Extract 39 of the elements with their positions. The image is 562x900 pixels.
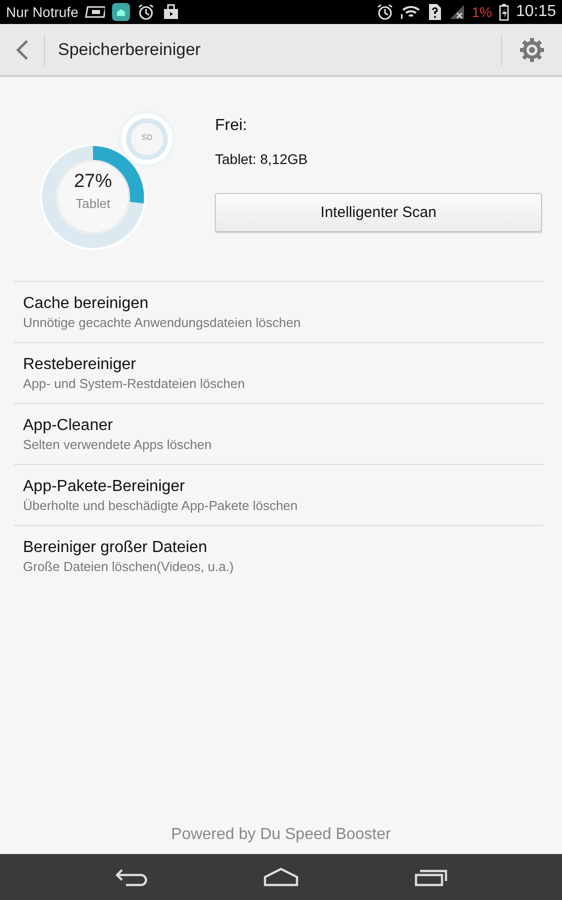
item-subtitle: Große Dateien löschen(Videos, u.a.)	[23, 558, 235, 574]
item-subtitle: App- und System-Restdateien löschen	[23, 376, 246, 390]
alarm-icon	[376, 3, 394, 21]
sim-card-icon	[428, 3, 442, 21]
bag-icon	[162, 3, 180, 21]
wifi-icon	[400, 4, 421, 20]
carrier-text: Nur Notrufe	[6, 4, 78, 20]
battery-percent: 1%	[472, 4, 492, 20]
item-title: Cache bereinigen	[23, 294, 150, 312]
back-nav-button[interactable]	[114, 867, 148, 887]
menu-item[interactable]: App-Cleaner Selten verwendete Apps löschen	[14, 404, 544, 465]
app-icon	[112, 3, 130, 21]
menu-item[interactable]: Bereiniger großer Dateien Große Dateien löschen(Videos, u.a.)	[14, 526, 544, 586]
item-subtitle: Überholte und beschädigte App-Pakete löschen	[23, 498, 299, 512]
scan-button[interactable]: Intelligenter Scan	[215, 193, 542, 232]
item-title: Bereiniger großer Dateien	[23, 538, 208, 556]
screen-title: Speicherbereiniger	[57, 40, 202, 60]
battery-icon	[498, 3, 509, 21]
menu-item[interactable]: App-Pakete-Bereiniger Überholte und beschädigte App-Pakete löschen	[14, 465, 544, 526]
clock-time: 10:15	[516, 3, 556, 21]
signal-icon	[448, 4, 465, 20]
item-subtitle: Unnötige gecachte Anwendungsdateien löschen	[23, 314, 302, 330]
alarm-icon	[137, 3, 156, 21]
home-nav-button[interactable]	[263, 867, 299, 887]
gauge-label: Tablet	[76, 196, 110, 211]
menu-item[interactable]: Cache bereinigen Unnötige gecachte Anwendungsdateien löschen	[14, 282, 544, 343]
recent-apps-button[interactable]	[414, 867, 448, 887]
free-label: Frei:	[215, 117, 247, 135]
usage-percent: 27%	[74, 171, 112, 193]
network-type-icon	[85, 5, 106, 19]
settings-icon	[519, 36, 545, 62]
sd-label: SD	[140, 133, 154, 142]
item-title: App-Pakete-Bereiniger	[23, 478, 186, 496]
menu-item[interactable]: Restebereiniger App- und System-Restdateien löschen	[14, 343, 544, 404]
free-space-value: Tablet: 8,12GB	[215, 151, 308, 167]
item-title: Restebereiniger	[23, 356, 137, 374]
item-subtitle: Selten verwendete Apps löschen	[23, 436, 213, 452]
footer-text: Powered by Du Speed Booster	[171, 826, 391, 845]
item-title: App-Cleaner	[23, 416, 114, 434]
